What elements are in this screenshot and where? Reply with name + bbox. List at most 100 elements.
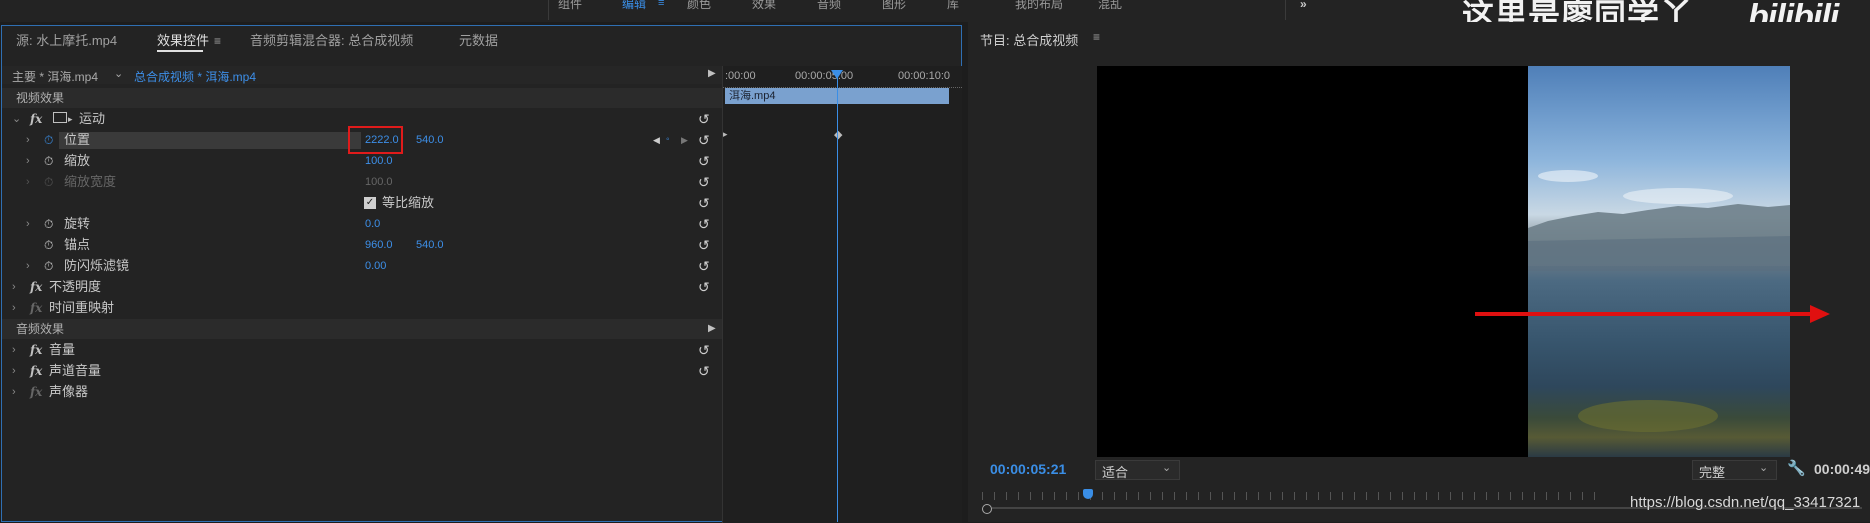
antiflicker-value[interactable]: 0.00 — [365, 256, 386, 276]
prev-keyframe-icon[interactable]: ◀ — [653, 130, 660, 150]
transform-icon[interactable] — [53, 112, 67, 123]
timecode-end: 00:00:10:0 — [898, 70, 950, 82]
scale-width-row[interactable]: › ⏱ 缩放宽度 100.0 ↺ — [2, 172, 724, 192]
chevron-right-icon[interactable]: › — [12, 277, 16, 297]
volume-label: 音量 — [49, 342, 76, 357]
reset-icon[interactable]: ↺ — [698, 193, 710, 213]
opacity-label: 不透明度 — [49, 279, 102, 294]
reset-icon[interactable]: ↺ — [698, 256, 710, 276]
panel-menu-icon[interactable]: ≡ — [1093, 30, 1100, 44]
volume-row[interactable]: › fx 音量 ↺ — [2, 340, 724, 360]
time-remap-row[interactable]: › fx 时间重映射 — [2, 298, 724, 318]
tab-audio-clip-mixer[interactable]: 音频剪辑混合器: 总合成视频 — [250, 30, 413, 52]
workspace-tab-effects[interactable]: 效果 — [752, 0, 792, 16]
reset-icon[interactable]: ↺ — [698, 235, 710, 255]
position-row-highlight — [59, 132, 361, 149]
video-frame-image — [1528, 66, 1790, 457]
chevron-right-icon[interactable]: › — [12, 382, 16, 402]
chevron-right-icon[interactable]: › — [26, 256, 30, 276]
stopwatch-icon[interactable]: ⏱ — [44, 151, 53, 171]
reset-icon[interactable]: ↺ — [698, 214, 710, 234]
tab-metadata[interactable]: 元数据 — [459, 30, 498, 52]
stopwatch-icon[interactable]: ⏱ — [44, 256, 53, 276]
playhead-line[interactable] — [837, 70, 838, 522]
wrench-icon[interactable]: 🔧 — [1787, 459, 1806, 477]
tab-effect-controls[interactable]: 效果控件 ≡ — [157, 30, 221, 52]
reset-icon[interactable]: ↺ — [698, 361, 710, 381]
master-clip-label[interactable]: 主要 * 洱海.mp4 — [12, 68, 98, 85]
antiflicker-row[interactable]: › ⏱ 防闪烁滤镜 0.00 ↺ — [2, 256, 724, 276]
chevron-down-icon[interactable]: ⌄ — [114, 67, 123, 80]
workspace-tab-libraries[interactable]: 库 — [947, 0, 987, 16]
reset-icon[interactable]: ↺ — [698, 277, 710, 297]
chevron-right-icon[interactable]: › — [26, 172, 30, 192]
chevron-down-icon: ⌄ — [1162, 462, 1172, 474]
chevron-right-icon[interactable]: › — [12, 298, 16, 318]
reset-icon[interactable]: ↺ — [698, 172, 710, 192]
anchor-x-value[interactable]: 960.0 — [365, 235, 393, 255]
add-keyframe-icon[interactable]: ◦ — [666, 130, 670, 150]
uniform-scale-row[interactable]: ✓ 等比缩放 ↺ — [2, 193, 724, 213]
reset-icon[interactable]: ↺ — [698, 130, 710, 150]
chevron-right-icon[interactable]: › — [26, 151, 30, 171]
effect-timeline[interactable]: :00:00 00:00:05:00 00:00:10:0 洱海.mp4 ◆ ▸ — [722, 66, 962, 523]
next-keyframe-icon[interactable]: ▶ — [681, 130, 688, 150]
keyframe-nav-icon: ▸ — [723, 129, 728, 139]
fit-dropdown-value: 适合 — [1102, 465, 1129, 480]
program-title[interactable]: 节目: 总合成视频 — [980, 30, 1078, 49]
zoom-handle-icon[interactable] — [982, 504, 992, 514]
program-timecode[interactable]: 00:00:05:21 — [990, 461, 1066, 477]
play-only-audio-icon[interactable]: ▶ — [708, 68, 716, 79]
quality-dropdown[interactable]: 完整 ⌄ — [1692, 460, 1777, 480]
fit-dropdown[interactable]: 适合 ⌄ — [1095, 460, 1180, 480]
fx-icon[interactable]: fx — [30, 277, 42, 297]
reset-icon[interactable]: ↺ — [698, 151, 710, 171]
workspace-tab-editing[interactable]: 编辑 — [622, 0, 662, 16]
sequence-clip-link[interactable]: 总合成视频 * 洱海.mp4 — [134, 68, 256, 85]
workspace-tab-my-layout[interactable]: 我的布局 — [1015, 0, 1075, 16]
audio-effects-header: 音频效果 ▶ — [2, 319, 724, 339]
panner-row[interactable]: › fx 声像器 — [2, 382, 724, 402]
workspace-tab-chaos[interactable]: 混乱 — [1098, 0, 1138, 16]
program-ruler[interactable] — [982, 492, 1602, 500]
tab-source[interactable]: 源: 水上摩托.mp4 — [16, 30, 117, 52]
play-triangle-icon[interactable]: ▶ — [708, 319, 716, 339]
program-playhead-icon[interactable] — [1083, 489, 1093, 499]
workspace-menu-icon[interactable]: ≡ — [658, 0, 664, 9]
scale-width-value: 100.0 — [365, 176, 393, 188]
position-y-value[interactable]: 540.0 — [416, 130, 444, 150]
rotation-value[interactable]: 0.0 — [365, 214, 380, 234]
video-effects-header: 视频效果 — [2, 88, 724, 108]
workspace-tab-audio[interactable]: 音频 — [817, 0, 857, 16]
playhead-handle-icon[interactable] — [831, 70, 843, 79]
anchor-y-value[interactable]: 540.0 — [416, 235, 444, 255]
chevron-down-icon[interactable]: ⌄ — [12, 109, 21, 129]
quality-dropdown-value: 完整 — [1699, 465, 1726, 480]
stopwatch-icon[interactable]: ⏱ — [44, 214, 53, 234]
scale-value[interactable]: 100.0 — [365, 151, 393, 171]
workspace-tab-color[interactable]: 颜色 — [687, 0, 727, 16]
uniform-scale-checkbox[interactable]: ✓ — [364, 197, 376, 209]
chevron-right-icon[interactable]: › — [26, 214, 30, 234]
stopwatch-icon[interactable]: ⏱ — [44, 235, 53, 255]
scale-row[interactable]: › ⏱ 缩放 100.0 ↺ — [2, 151, 724, 171]
anchor-row[interactable]: ⏱ 锚点 960.0 540.0 ↺ — [2, 235, 724, 255]
stopwatch-icon[interactable]: ⏱ — [44, 130, 53, 150]
chevron-right-icon[interactable]: › — [12, 361, 16, 381]
source-url-watermark: https://blog.csdn.net/qq_33417321 — [1630, 494, 1861, 511]
rotation-row[interactable]: › ⏱ 旋转 0.0 ↺ — [2, 214, 724, 234]
chevron-right-icon[interactable]: › — [12, 340, 16, 360]
reset-icon[interactable]: ↺ — [698, 340, 710, 360]
reset-icon[interactable]: ↺ — [698, 109, 710, 129]
panel-menu-icon[interactable]: ≡ — [214, 30, 221, 52]
fx-icon[interactable]: fx — [30, 109, 42, 129]
chevron-right-icon[interactable]: › — [26, 130, 30, 150]
workspace-tab-assembly[interactable]: 组件 — [558, 0, 598, 16]
fx-icon[interactable]: fx — [30, 340, 42, 360]
fx-icon[interactable]: fx — [30, 361, 42, 381]
channel-volume-row[interactable]: › fx 声道音量 ↺ — [2, 361, 724, 381]
workspace-tab-graphics[interactable]: 图形 — [882, 0, 922, 16]
more-workspaces-icon[interactable]: » — [1300, 0, 1320, 16]
opacity-row[interactable]: › fx 不透明度 ↺ — [2, 277, 724, 297]
keyframe-diamond-icon[interactable]: ◆ — [834, 128, 842, 141]
